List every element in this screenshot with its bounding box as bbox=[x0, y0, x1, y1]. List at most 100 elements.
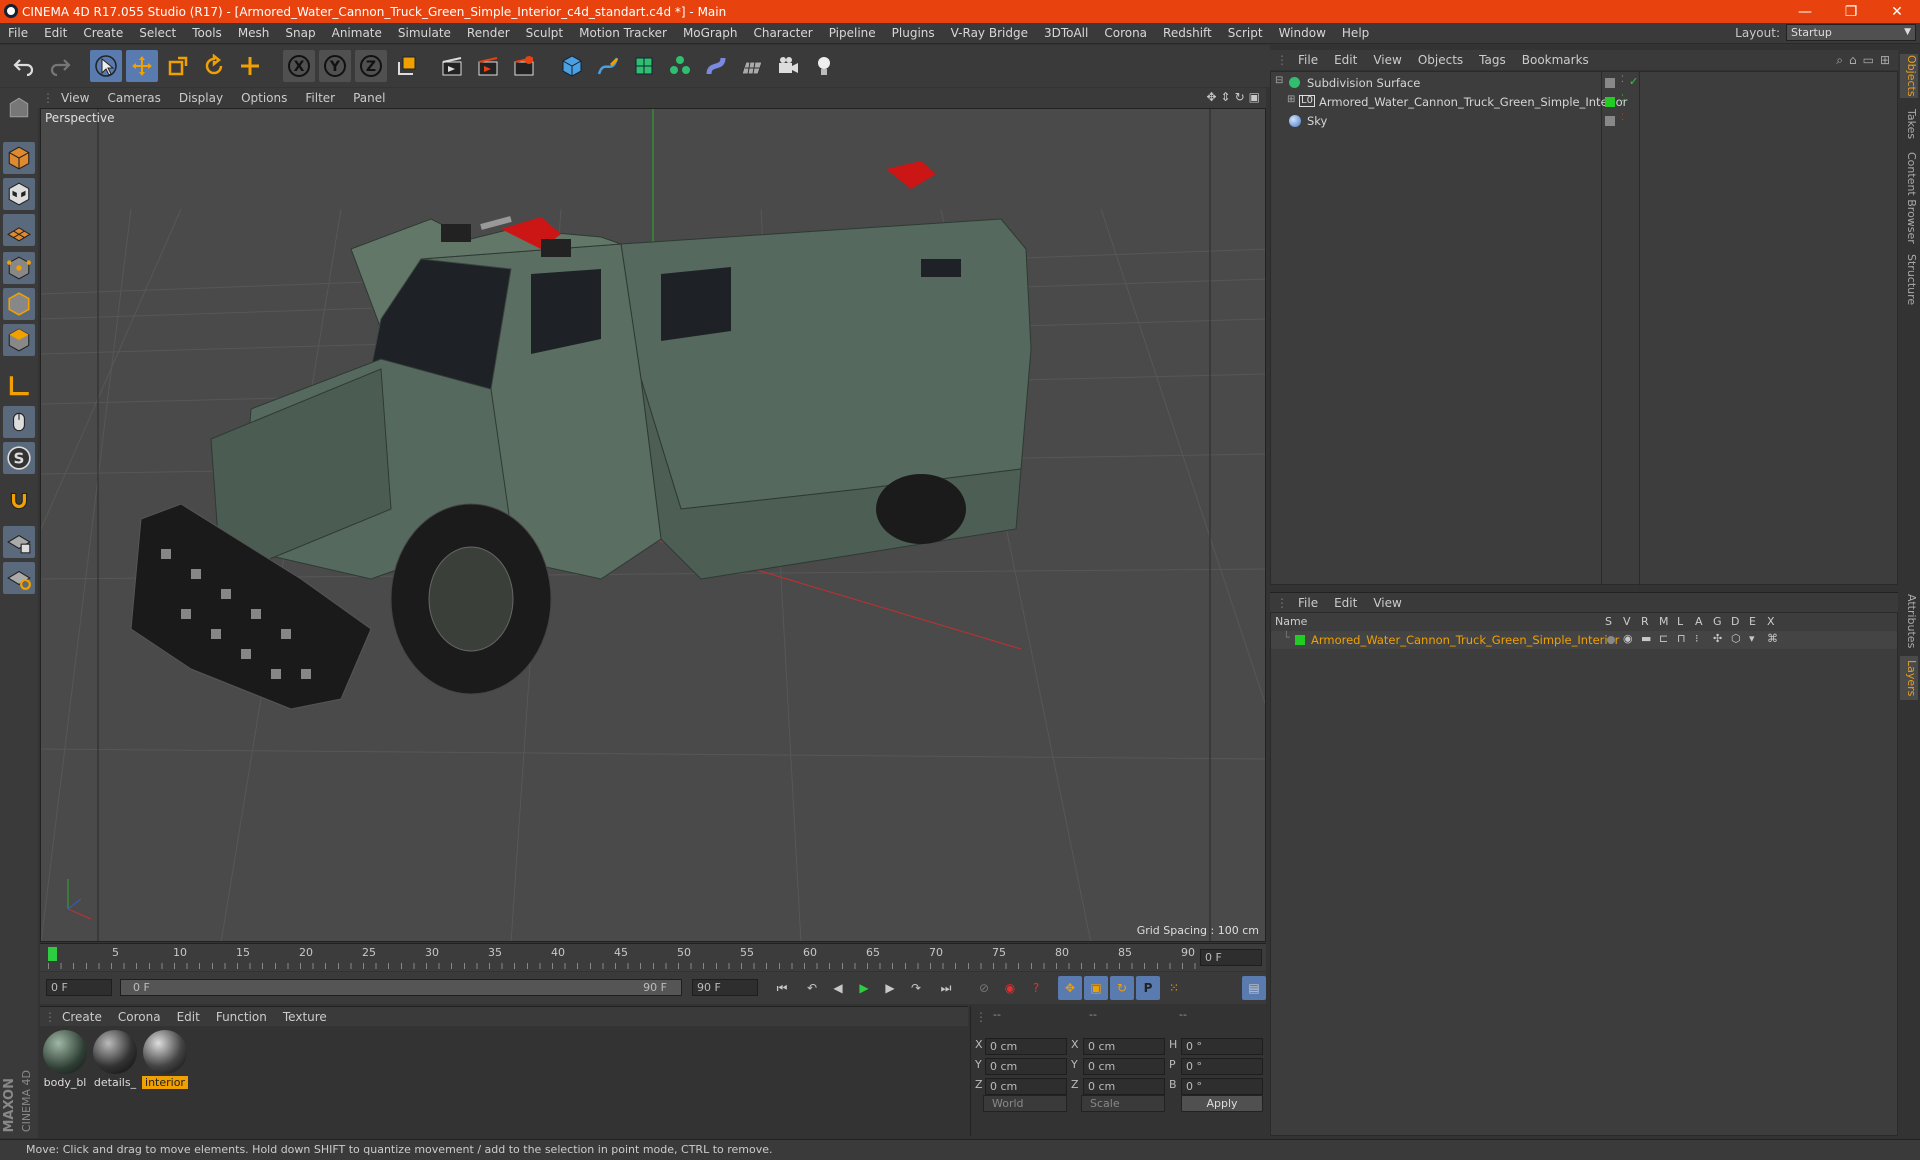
material-item[interactable]: body_bl bbox=[42, 1030, 88, 1089]
edges-mode-button[interactable] bbox=[3, 288, 35, 320]
polygons-mode-button[interactable] bbox=[3, 324, 35, 356]
previous-key-button[interactable]: ↶ bbox=[800, 976, 824, 1000]
redo-button[interactable] bbox=[44, 50, 76, 82]
menu-file[interactable]: File bbox=[0, 26, 36, 40]
restore-button[interactable]: ❐ bbox=[1828, 0, 1874, 23]
pos-y-field[interactable]: 0 cm bbox=[985, 1058, 1067, 1075]
move-tool-button[interactable] bbox=[126, 50, 158, 82]
menu-mesh[interactable]: Mesh bbox=[230, 26, 278, 40]
size-mode-select[interactable]: Scale bbox=[1081, 1095, 1165, 1112]
rot-h-field[interactable]: 0 ° bbox=[1181, 1038, 1263, 1055]
animation-icon[interactable]: ⁝ bbox=[1695, 632, 1699, 645]
timeline-window-button[interactable]: ▤ bbox=[1242, 976, 1266, 1000]
menu-plugins[interactable]: Plugins bbox=[884, 26, 943, 40]
key-scale-button[interactable]: ▣ bbox=[1084, 976, 1108, 1000]
menu-simulate[interactable]: Simulate bbox=[390, 26, 459, 40]
mograph-cloner-button[interactable] bbox=[664, 50, 696, 82]
visibility-dots-icon[interactable]: ⁚ bbox=[1621, 94, 1624, 104]
menu-edit[interactable]: Edit bbox=[36, 26, 75, 40]
material-item[interactable]: details_ bbox=[92, 1030, 138, 1089]
objects-menu-edit[interactable]: Edit bbox=[1326, 53, 1365, 67]
key-pla-button[interactable]: ⁙ bbox=[1162, 976, 1186, 1000]
deformers-icon[interactable]: ⬡ bbox=[1731, 632, 1741, 645]
record-disabled-button[interactable]: ⊘ bbox=[972, 976, 996, 1000]
rotate-tool-button[interactable] bbox=[198, 50, 230, 82]
flag-header-m[interactable]: M bbox=[1659, 615, 1669, 628]
expressions-icon[interactable]: ▾ bbox=[1749, 632, 1755, 645]
layer-color-swatch[interactable] bbox=[1295, 635, 1305, 645]
tweak-mode-button[interactable] bbox=[3, 406, 35, 438]
lock-icon[interactable]: ⊓ bbox=[1677, 632, 1686, 645]
flag-header-d[interactable]: D bbox=[1731, 615, 1739, 628]
menu-render[interactable]: Render bbox=[459, 26, 518, 40]
material-item[interactable]: interior bbox=[142, 1030, 188, 1089]
folder-icon[interactable]: ▭ bbox=[1863, 53, 1874, 68]
autokey-button[interactable]: ? bbox=[1024, 976, 1048, 1000]
dolly-icon[interactable]: ⇕ bbox=[1221, 90, 1231, 104]
tab-attributes[interactable]: Attributes bbox=[1900, 590, 1918, 652]
tab-structure[interactable]: Structure bbox=[1900, 252, 1918, 308]
layout-select[interactable]: Startup ▼ bbox=[1786, 24, 1916, 41]
menu-vray-bridge[interactable]: V-Ray Bridge bbox=[943, 26, 1036, 40]
transform-tool-button[interactable] bbox=[234, 50, 266, 82]
home-icon[interactable]: ⌂ bbox=[1849, 53, 1857, 68]
menu-window[interactable]: Window bbox=[1271, 26, 1334, 40]
lock-workplane-button[interactable] bbox=[3, 526, 35, 558]
generators-icon[interactable]: ✣ bbox=[1713, 632, 1722, 645]
search-icon[interactable]: ⌕ bbox=[1836, 53, 1843, 68]
size-z-field[interactable]: 0 cm bbox=[1083, 1078, 1165, 1095]
menu-character[interactable]: Character bbox=[745, 26, 820, 40]
perspective-viewport[interactable]: Perspective Grid Spacing : 100 cm bbox=[40, 108, 1266, 942]
flag-header-g[interactable]: G bbox=[1713, 615, 1722, 628]
tab-objects[interactable]: Objects bbox=[1900, 54, 1918, 98]
key-parameter-button[interactable]: P bbox=[1136, 976, 1160, 1000]
manager-icon[interactable]: ⊏ bbox=[1659, 632, 1668, 645]
material-menu-create[interactable]: Create bbox=[54, 1010, 110, 1024]
magnet-button[interactable] bbox=[3, 484, 35, 516]
flag-header-v[interactable]: V bbox=[1623, 615, 1631, 628]
texture-mode-button[interactable] bbox=[3, 178, 35, 210]
scale-tool-button[interactable] bbox=[162, 50, 194, 82]
light-object-button[interactable] bbox=[808, 50, 840, 82]
menu-tools[interactable]: Tools bbox=[184, 26, 230, 40]
viewport-menu-view[interactable]: View bbox=[52, 91, 98, 105]
menu-corona[interactable]: Corona bbox=[1096, 26, 1155, 40]
render-picture-viewer-button[interactable] bbox=[472, 50, 504, 82]
layer-name[interactable]: Armored_Water_Cannon_Truck_Green_Simple_… bbox=[1311, 633, 1619, 647]
record-button[interactable]: ◉ bbox=[998, 976, 1022, 1000]
menu-sculpt[interactable]: Sculpt bbox=[518, 26, 571, 40]
viewport-menu-display[interactable]: Display bbox=[170, 91, 232, 105]
key-position-button[interactable]: ✥ bbox=[1058, 976, 1082, 1000]
size-x-field[interactable]: 0 cm bbox=[1083, 1038, 1165, 1055]
previous-frame-button[interactable]: ◀ bbox=[826, 976, 850, 1000]
flag-header-r[interactable]: R bbox=[1641, 615, 1649, 628]
spline-pen-button[interactable] bbox=[592, 50, 624, 82]
menu-create[interactable]: Create bbox=[75, 26, 131, 40]
menu-animate[interactable]: Animate bbox=[324, 26, 390, 40]
axis-mode-button[interactable] bbox=[3, 370, 35, 402]
object-row[interactable]: ⊞ L0 Armored_Water_Cannon_Truck_Green_Si… bbox=[1271, 93, 1897, 112]
make-editable-button[interactable] bbox=[3, 92, 35, 124]
coordinate-space-select[interactable]: World bbox=[983, 1095, 1067, 1112]
object-row[interactable]: Sky ⁚ bbox=[1271, 112, 1897, 131]
objects-menu-file[interactable]: File bbox=[1290, 53, 1326, 67]
play-button[interactable]: ▶ bbox=[852, 976, 876, 1000]
rot-p-field[interactable]: 0 ° bbox=[1181, 1058, 1263, 1075]
apply-button[interactable]: Apply bbox=[1181, 1095, 1263, 1112]
layers-menu-view[interactable]: View bbox=[1365, 596, 1409, 610]
material-menu-edit[interactable]: Edit bbox=[169, 1010, 208, 1024]
subdivision-surface-button[interactable] bbox=[628, 50, 660, 82]
key-rotation-button[interactable]: ↻ bbox=[1110, 976, 1134, 1000]
menu-mograph[interactable]: MoGraph bbox=[675, 26, 746, 40]
start-frame-field[interactable]: 0 F bbox=[46, 979, 112, 996]
x-axis-button[interactable]: X bbox=[283, 50, 315, 82]
model-mode-button[interactable] bbox=[3, 142, 35, 174]
render-icon[interactable]: ▬ bbox=[1641, 632, 1651, 645]
pan-icon[interactable]: ✥ bbox=[1206, 90, 1216, 104]
flag-header-e[interactable]: E bbox=[1749, 615, 1756, 628]
visibility-dots-icon[interactable]: ⁚ bbox=[1621, 75, 1624, 85]
flag-header-l[interactable]: L bbox=[1677, 615, 1683, 628]
go-to-start-button[interactable]: ⏮ bbox=[770, 976, 794, 1000]
y-axis-button[interactable]: Y bbox=[319, 50, 351, 82]
next-frame-button[interactable]: ▶ bbox=[878, 976, 902, 1000]
